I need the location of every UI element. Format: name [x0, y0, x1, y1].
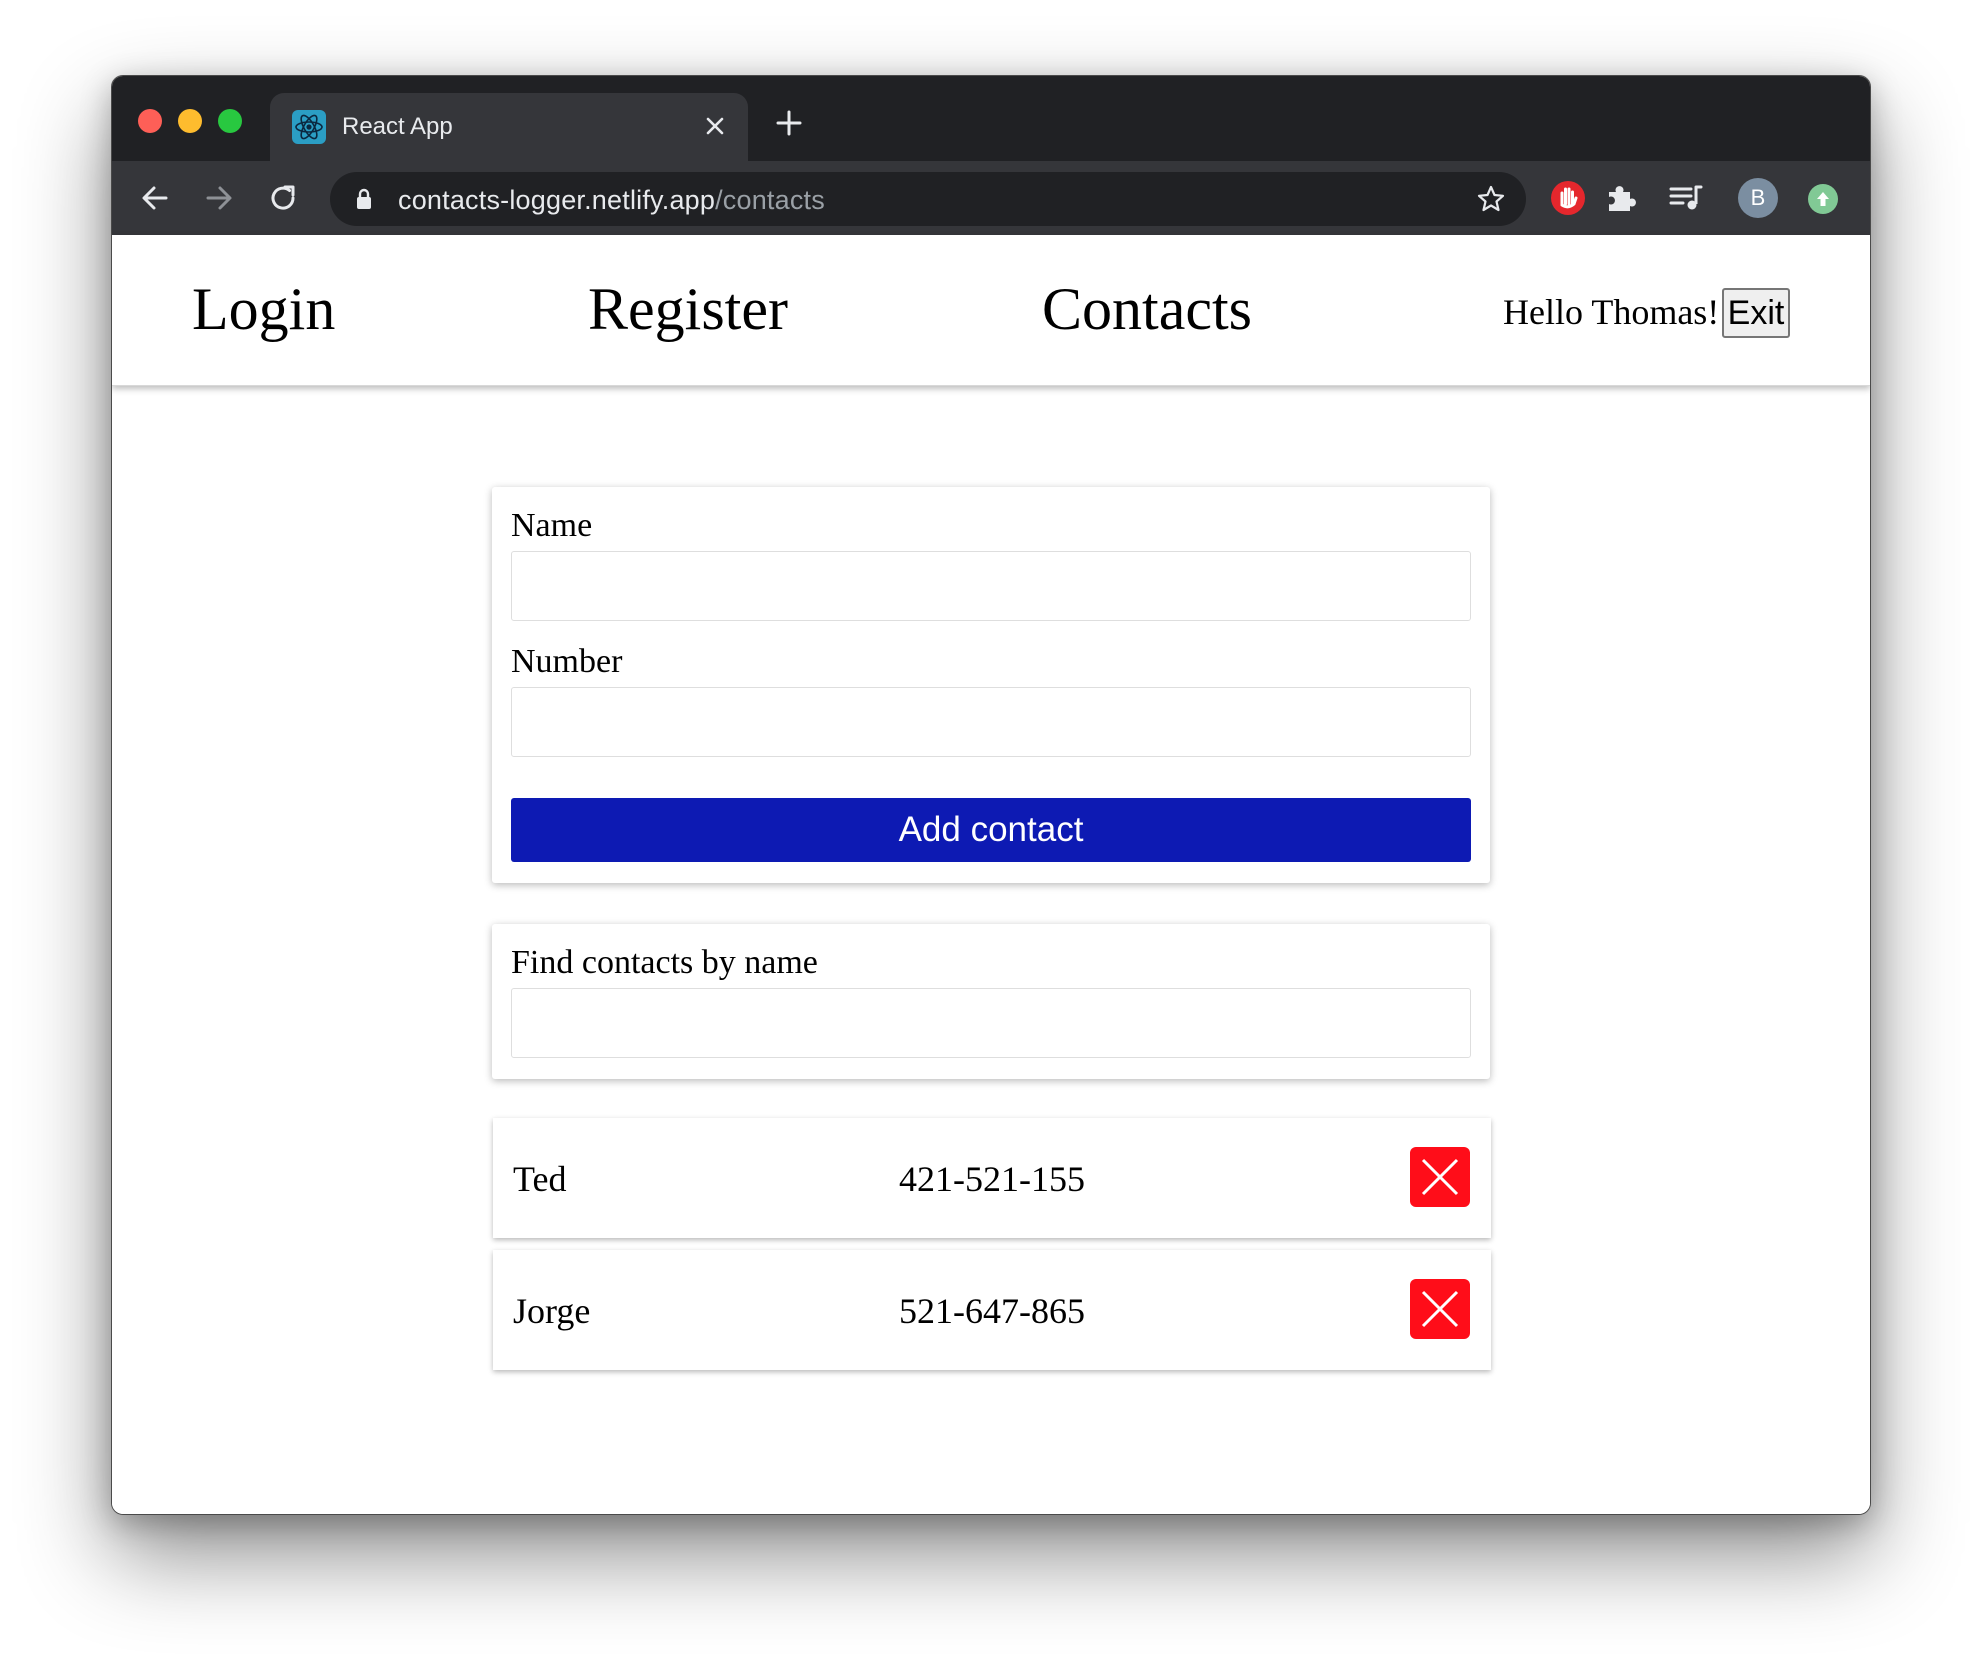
- contact-name: Jorge: [513, 1291, 591, 1331]
- exit-button[interactable]: Exit: [1722, 288, 1790, 338]
- lock-icon: [354, 188, 374, 210]
- number-label: Number: [511, 643, 623, 680]
- browser-titlebar: React App: [112, 76, 1870, 161]
- close-x-icon: [1421, 1290, 1459, 1328]
- add-contact-form: Name Number Add contact: [492, 487, 1490, 883]
- arrow-right-icon[interactable]: [200, 179, 238, 217]
- contact-item: Jorge 521-647-865: [493, 1250, 1491, 1370]
- puzzle-icon[interactable]: [1600, 178, 1640, 218]
- nav-link-login[interactable]: Login: [192, 275, 335, 344]
- delete-contact-button[interactable]: [1410, 1279, 1470, 1339]
- arrow-left-icon[interactable]: [136, 179, 174, 217]
- browser-window: React App contacts-logger.netlify.app/co…: [111, 75, 1871, 1515]
- name-label: Name: [511, 507, 593, 544]
- nav-link-contacts[interactable]: Contacts: [1042, 275, 1252, 344]
- arrow-up-icon[interactable]: [1808, 184, 1838, 214]
- close-x-icon: [1421, 1158, 1459, 1196]
- number-input[interactable]: [511, 687, 1471, 757]
- avatar[interactable]: B: [1738, 178, 1778, 218]
- tab-title: React App: [342, 113, 453, 140]
- contact-number: 421-521-155: [899, 1159, 1085, 1199]
- playlist-icon[interactable]: [1666, 178, 1706, 218]
- url-host: contacts-logger.netlify.app: [398, 185, 716, 215]
- address-bar[interactable]: contacts-logger.netlify.app/contacts: [330, 172, 1526, 226]
- filter-card: Find contacts by name: [492, 924, 1490, 1079]
- plus-icon[interactable]: [772, 106, 806, 140]
- filter-label: Find contacts by name: [511, 944, 818, 981]
- app-navbar: Login Register Contacts Hello Thomas! Ex…: [112, 235, 1870, 386]
- url-text: contacts-logger.netlify.app/contacts: [398, 185, 825, 216]
- hand-stop-icon[interactable]: [1548, 178, 1588, 218]
- close-window-button[interactable]: [138, 109, 162, 133]
- nav-link-register[interactable]: Register: [588, 275, 788, 344]
- contact-item: Ted 421-521-155: [493, 1118, 1491, 1238]
- reload-icon[interactable]: [264, 179, 302, 217]
- user-greeting: Hello Thomas!: [1503, 292, 1720, 332]
- url-path: /contacts: [715, 185, 825, 215]
- star-icon[interactable]: [1476, 184, 1506, 214]
- filter-input[interactable]: [511, 988, 1471, 1058]
- browser-tab[interactable]: React App: [270, 93, 748, 161]
- page-content: Login Register Contacts Hello Thomas! Ex…: [112, 235, 1870, 1514]
- minimize-window-button[interactable]: [178, 109, 202, 133]
- close-icon[interactable]: [700, 111, 730, 141]
- delete-contact-button[interactable]: [1410, 1147, 1470, 1207]
- contact-number: 521-647-865: [899, 1291, 1085, 1331]
- browser-toolbar: contacts-logger.netlify.app/contacts B: [112, 161, 1870, 235]
- react-icon: [292, 110, 326, 144]
- add-contact-button[interactable]: Add contact: [511, 798, 1471, 862]
- maximize-window-button[interactable]: [218, 109, 242, 133]
- contact-name: Ted: [513, 1159, 567, 1199]
- name-input[interactable]: [511, 551, 1471, 621]
